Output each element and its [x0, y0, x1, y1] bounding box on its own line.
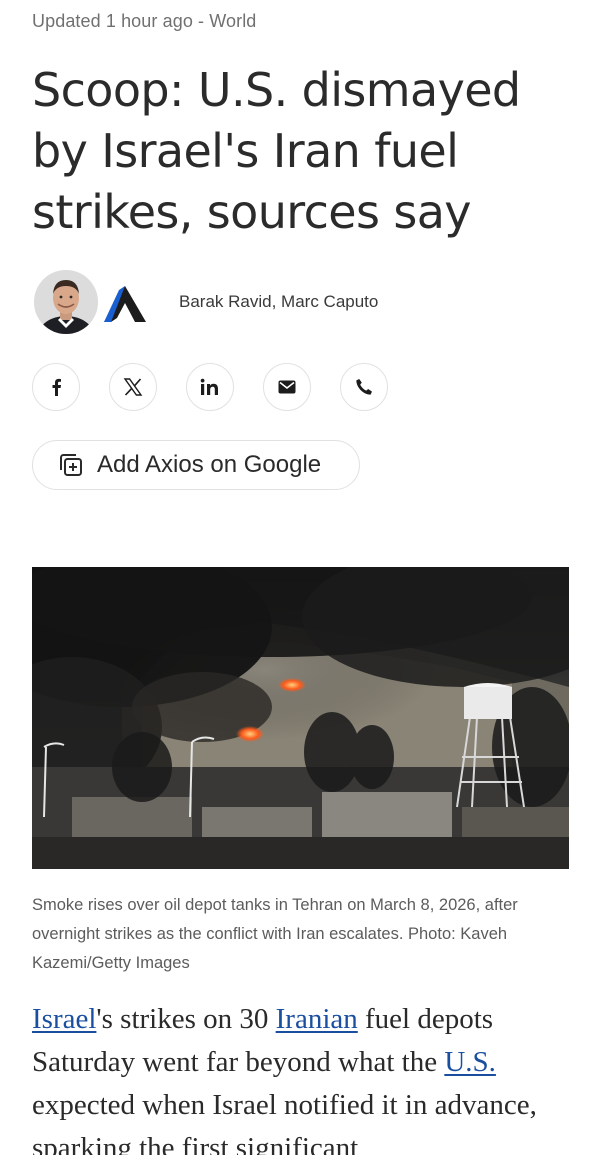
facebook-icon — [52, 378, 61, 396]
email-share-button[interactable] — [263, 363, 311, 411]
iranian-link[interactable]: Iranian — [276, 1003, 358, 1035]
article-body-paragraph: Israel's strikes on 30 Iranian fuel depo… — [32, 998, 572, 1155]
phone-icon — [356, 379, 372, 395]
mail-icon — [278, 380, 296, 394]
author-avatar[interactable] — [34, 270, 98, 334]
phone-share-button[interactable] — [340, 363, 388, 411]
x-icon — [123, 378, 143, 396]
image-caption: Smoke rises over oil depot tanks in Tehr… — [32, 896, 518, 972]
author-names[interactable]: Barak Ravid, Marc Caputo — [179, 292, 378, 312]
facebook-share-button[interactable] — [32, 363, 80, 411]
us-link[interactable]: U.S. — [444, 1046, 496, 1078]
body-text-1: 's strikes on 30 — [96, 1003, 276, 1035]
axios-logo[interactable] — [102, 284, 148, 324]
linkedin-share-button[interactable] — [186, 363, 234, 411]
linkedin-icon — [200, 378, 218, 395]
body-text-3: expected when Israel notified it in adva… — [32, 1089, 537, 1155]
add-source-icon — [60, 454, 82, 476]
share-row — [32, 363, 572, 415]
hero-image — [32, 567, 569, 869]
add-axios-label: Add Axios on Google — [97, 451, 322, 478]
add-axios-on-google-button[interactable]: Add Axios on Google — [32, 440, 360, 490]
article-headline: Scoop: U.S. dismayed by Israel's Iran fu… — [32, 63, 521, 239]
byline: Barak Ravid, Marc Caputo — [32, 268, 572, 336]
israel-link[interactable]: Israel — [32, 1003, 96, 1035]
x-share-button[interactable] — [109, 363, 157, 411]
article-meta: Updated 1 hour ago - World — [32, 11, 257, 31]
